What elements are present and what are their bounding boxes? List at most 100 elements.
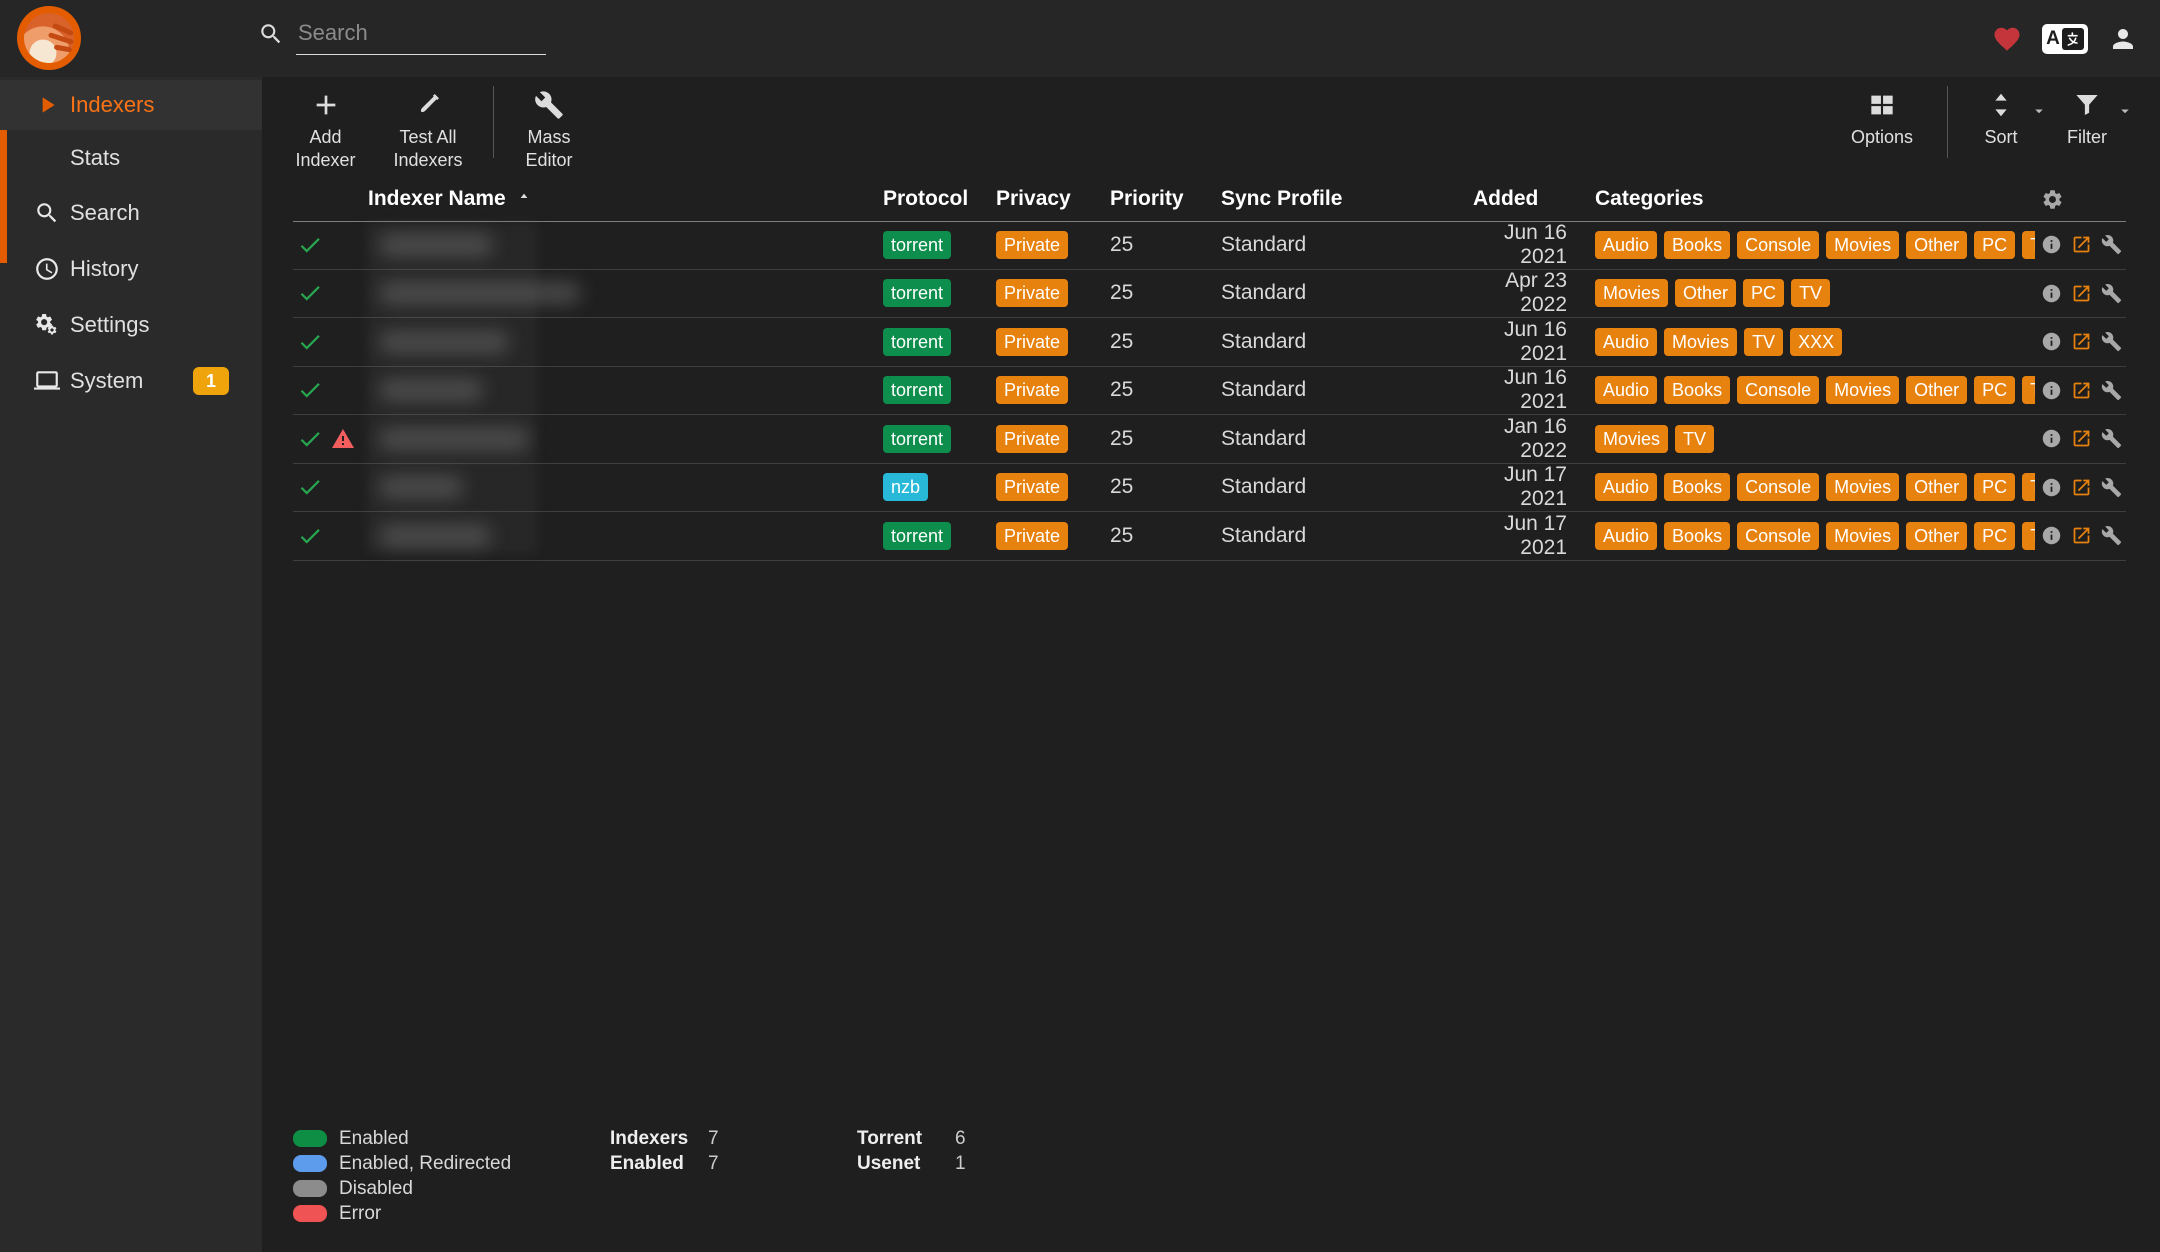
category-badge: PC <box>1974 522 2015 550</box>
column-header-added[interactable]: Added <box>1473 187 1595 211</box>
info-icon[interactable] <box>2041 331 2062 352</box>
legend-item: Enabled, Redirected <box>293 1151 511 1176</box>
sidebar-item-stats[interactable]: Stats <box>0 130 262 185</box>
info-icon[interactable] <box>2041 428 2062 449</box>
donate-heart-icon[interactable] <box>1992 24 2022 54</box>
top-bar: A <box>0 0 2160 77</box>
external-link-icon[interactable] <box>2071 428 2092 449</box>
category-badge: PC <box>1974 376 2015 404</box>
system-health-badge: 1 <box>193 367 229 395</box>
category-badge: Other <box>1906 473 1967 501</box>
test-all-indexers-button[interactable]: Test All Indexers <box>373 86 483 171</box>
sync-profile-value: Standard <box>1221 330 1473 354</box>
external-link-icon[interactable] <box>2071 477 2092 498</box>
legend-item: Enabled <box>293 1126 511 1151</box>
category-badge: TV <box>2022 522 2035 550</box>
column-header-categories[interactable]: Categories <box>1595 187 2035 211</box>
enabled-check-icon <box>297 329 323 355</box>
column-header-privacy[interactable]: Privacy <box>996 187 1110 211</box>
protocol-badge: torrent <box>883 425 951 453</box>
sync-profile-value: Standard <box>1221 475 1473 499</box>
logo-mascot <box>24 13 74 63</box>
indexer-row[interactable]: torrent Private 25 Standard Apr 23 2022 … <box>293 270 2126 319</box>
sidebar: Indexers Stats Search History Settings S… <box>0 77 262 1252</box>
legend-swatch-enabled <box>293 1130 327 1147</box>
sort-button[interactable]: Sort <box>1958 86 2044 149</box>
edit-wrench-icon[interactable] <box>2101 428 2122 449</box>
sidebar-item-history[interactable]: History <box>0 241 262 297</box>
indexer-row[interactable]: torrent Private 25 Standard Jun 16 2021 … <box>293 221 2126 270</box>
privacy-badge: Private <box>996 328 1068 356</box>
category-badge: Movies <box>1595 425 1668 453</box>
sidebar-item-search[interactable]: Search <box>0 185 262 241</box>
add-indexer-button[interactable]: Add Indexer <box>278 86 373 171</box>
indexer-row[interactable]: torrent Private 25 Standard Jan 16 2022 … <box>293 415 2126 464</box>
edit-wrench-icon[interactable] <box>2101 525 2122 546</box>
external-link-icon[interactable] <box>2071 234 2092 255</box>
sync-profile-value: Standard <box>1221 524 1473 548</box>
search-input[interactable] <box>296 20 546 55</box>
categories-cell: AudioBooksConsoleMoviesOtherPCTVXXX <box>1595 473 2035 501</box>
category-badge: Audio <box>1595 231 1657 259</box>
category-badge: Movies <box>1826 376 1899 404</box>
external-link-icon[interactable] <box>2071 380 2092 401</box>
info-icon[interactable] <box>2041 234 2062 255</box>
legend-swatch-redirected <box>293 1155 327 1172</box>
added-value: Jan 16 2022 <box>1473 415 1595 463</box>
added-value: Jun 17 2021 <box>1473 463 1595 511</box>
external-link-icon[interactable] <box>2071 525 2092 546</box>
info-icon[interactable] <box>2041 525 2062 546</box>
user-icon[interactable] <box>2108 24 2138 54</box>
redacted-names-overlay <box>367 223 537 553</box>
external-link-icon[interactable] <box>2071 283 2092 304</box>
column-header-sync-profile[interactable]: Sync Profile <box>1221 187 1473 211</box>
sidebar-item-system[interactable]: System 1 <box>0 353 262 409</box>
external-link-icon[interactable] <box>2071 331 2092 352</box>
column-header-protocol[interactable]: Protocol <box>883 187 996 211</box>
categories-cell: AudioMoviesTVXXX <box>1595 328 2035 356</box>
info-icon[interactable] <box>2041 380 2062 401</box>
protocol-badge: torrent <box>883 328 951 356</box>
category-badge: TV <box>2022 231 2035 259</box>
wrench-icon <box>534 90 564 120</box>
indexer-row[interactable]: torrent Private 25 Standard Jun 17 2021 … <box>293 512 2126 561</box>
prowlarr-logo[interactable] <box>17 6 81 70</box>
indexer-row[interactable]: torrent Private 25 Standard Jun 16 2021 … <box>293 367 2126 416</box>
indexer-row[interactable]: nzb Private 25 Standard Jun 17 2021 Audi… <box>293 464 2126 513</box>
edit-wrench-icon[interactable] <box>2101 380 2122 401</box>
added-value: Jun 16 2021 <box>1473 366 1595 414</box>
category-badge: Movies <box>1826 522 1899 550</box>
enabled-check-icon <box>297 426 323 452</box>
indexer-row[interactable]: torrent Private 25 Standard Jun 16 2021 … <box>293 318 2126 367</box>
edit-wrench-icon[interactable] <box>2101 477 2122 498</box>
sidebar-item-settings[interactable]: Settings <box>0 297 262 353</box>
column-header-priority[interactable]: Priority <box>1110 187 1221 211</box>
privacy-badge: Private <box>996 473 1068 501</box>
privacy-badge: Private <box>996 376 1068 404</box>
laptop-icon <box>34 368 60 394</box>
mass-editor-button[interactable]: Mass Editor <box>504 86 594 171</box>
translate-icon[interactable]: A <box>2042 24 2088 54</box>
sync-profile-value: Standard <box>1221 233 1473 257</box>
category-badge: Audio <box>1595 522 1657 550</box>
privacy-badge: Private <box>996 425 1068 453</box>
column-settings-gear-icon[interactable] <box>2041 188 2064 211</box>
added-value: Jun 17 2021 <box>1473 512 1595 560</box>
category-badge: Books <box>1664 231 1730 259</box>
filter-button[interactable]: Filter <box>2044 86 2130 149</box>
edit-wrench-icon[interactable] <box>2101 283 2122 304</box>
options-button[interactable]: Options <box>1827 86 1937 149</box>
category-badge: Console <box>1737 473 1819 501</box>
info-icon[interactable] <box>2041 477 2062 498</box>
info-icon[interactable] <box>2041 283 2062 304</box>
column-header-indexer-name[interactable]: Indexer Name <box>368 187 883 211</box>
category-badge: Audio <box>1595 473 1657 501</box>
categories-cell: AudioBooksConsoleMoviesOtherPCTVXXX <box>1595 376 2035 404</box>
test-tube-icon <box>413 90 443 120</box>
gears-icon <box>34 312 60 338</box>
edit-wrench-icon[interactable] <box>2101 234 2122 255</box>
sidebar-item-indexers[interactable]: Indexers <box>0 80 262 130</box>
edit-wrench-icon[interactable] <box>2101 331 2122 352</box>
plus-icon <box>310 89 342 121</box>
privacy-badge: Private <box>996 279 1068 307</box>
